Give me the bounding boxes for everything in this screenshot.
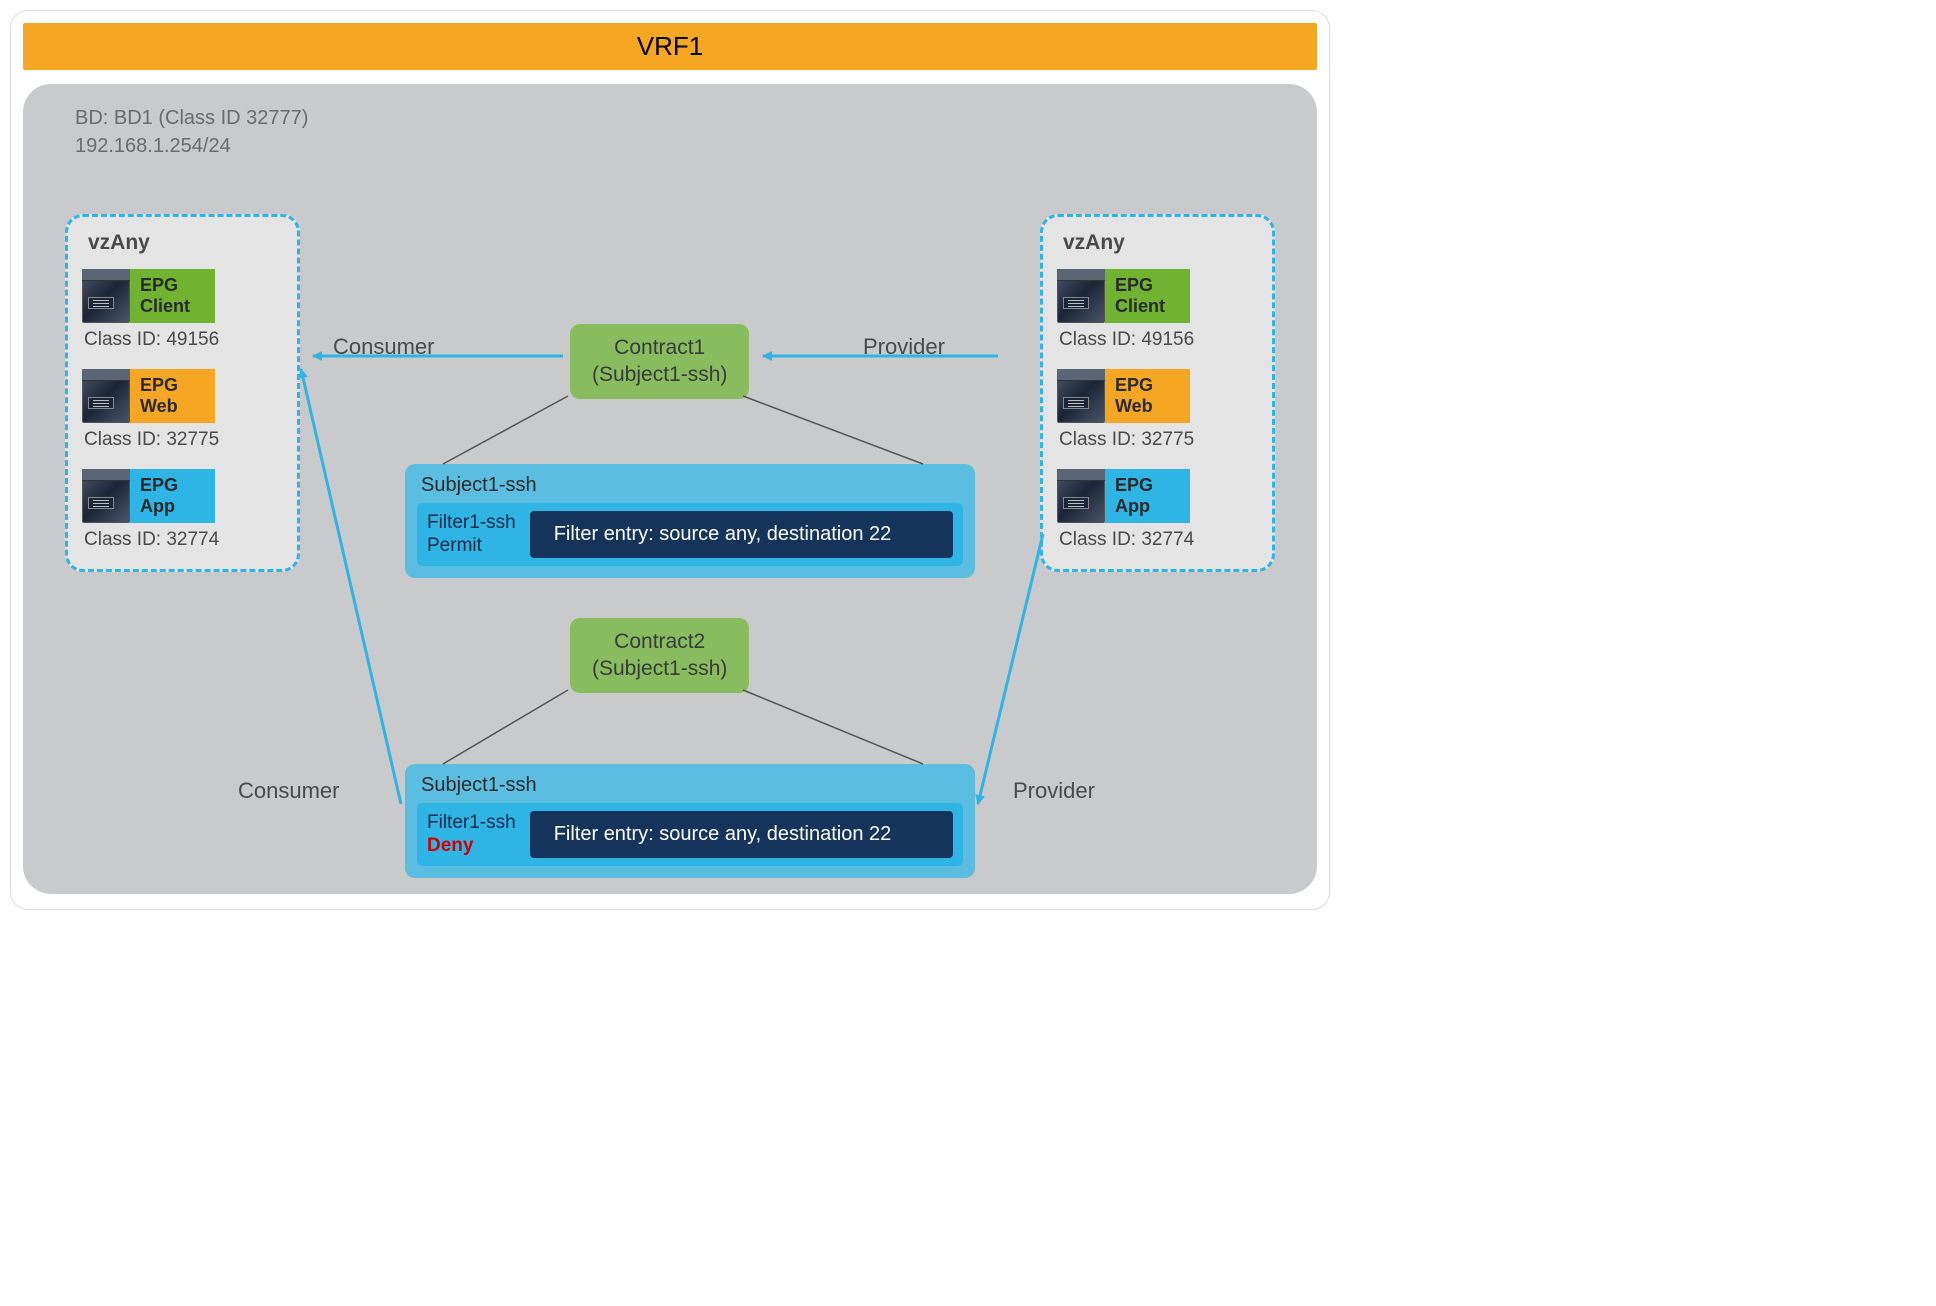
epg-line1: EPG — [1115, 275, 1180, 296]
filter2-name: Filter1-ssh — [427, 812, 516, 835]
epg-line1: EPG — [1115, 375, 1180, 396]
epg-line2: Web — [1115, 396, 1180, 417]
class-id: Class ID: 32774 — [84, 529, 283, 551]
epg-line2: App — [1115, 496, 1180, 517]
tree-line-c1-right — [743, 396, 923, 464]
server-icon — [1057, 469, 1105, 523]
subject1-container: Subject1-ssh Filter1-ssh Permit Filter e… — [405, 464, 975, 578]
epg-line1: EPG — [140, 475, 205, 496]
epg-list-left: EPG Client Class ID: 49156 EPG Web Class… — [82, 269, 283, 551]
server-icon — [1057, 369, 1105, 423]
contract2-name: Contract2 — [592, 628, 727, 655]
epg-line2: Web — [140, 396, 205, 417]
bd-container: BD: BD1 (Class ID 32777) 192.168.1.254/2… — [23, 84, 1317, 894]
epg-row: EPG Web — [1057, 369, 1258, 423]
arrow-provider-contract2 — [978, 534, 1043, 804]
epg-label: EPG App — [130, 469, 215, 522]
epg-row: EPG App — [82, 469, 283, 523]
class-id: Class ID: 49156 — [1059, 329, 1258, 351]
epg-line2: App — [140, 496, 205, 517]
server-icon — [82, 369, 130, 423]
subject1-title: Subject1-ssh — [421, 474, 963, 497]
consumer-label-2: Consumer — [238, 778, 339, 804]
contract1-subject: (Subject1-ssh) — [592, 361, 727, 388]
class-id: Class ID: 49156 — [84, 329, 283, 351]
tree-line-c1-left — [443, 396, 568, 464]
contract2-box: Contract2 (Subject1-ssh) — [570, 618, 749, 693]
contract1-name: Contract1 — [592, 334, 727, 361]
filter2-row: Filter1-ssh Deny Filter entry: source an… — [417, 803, 963, 866]
class-id: Class ID: 32774 — [1059, 529, 1258, 551]
epg-row: EPG Client — [82, 269, 283, 323]
arrow-contract2-consumer — [301, 369, 401, 804]
vzany-title-right: vzAny — [1063, 231, 1258, 255]
epg-line1: EPG — [140, 275, 205, 296]
contract1-box: Contract1 (Subject1-ssh) — [570, 324, 749, 399]
bd-header-line1: BD: BD1 (Class ID 32777) — [75, 104, 1289, 132]
class-id: Class ID: 32775 — [84, 429, 283, 451]
epg-label: EPG Web — [130, 369, 215, 422]
server-icon — [1057, 269, 1105, 323]
subject2-container: Subject1-ssh Filter1-ssh Deny Filter ent… — [405, 764, 975, 878]
epg-line2: Client — [140, 296, 205, 317]
filter1-name: Filter1-ssh — [427, 512, 516, 535]
bd-header: BD: BD1 (Class ID 32777) 192.168.1.254/2… — [75, 104, 1289, 160]
tree-line-c2-left — [443, 690, 568, 764]
consumer-label-1: Consumer — [333, 334, 434, 360]
diagram-root: VRF1 BD: BD1 (Class ID 32777) 192.168.1.… — [10, 10, 1330, 910]
bd-header-line2: 192.168.1.254/24 — [75, 132, 1289, 160]
filter1-entry: Filter entry: source any, destination 22 — [530, 511, 953, 558]
filter1-action: Permit — [427, 535, 516, 558]
tree-line-c2-right — [743, 690, 923, 764]
subject2-title: Subject1-ssh — [421, 774, 963, 797]
server-icon — [82, 469, 130, 523]
epg-label: EPG App — [1105, 469, 1190, 522]
epg-line2: Client — [1115, 296, 1180, 317]
epg-line1: EPG — [1115, 475, 1180, 496]
vzany-right: vzAny EPG Client Class ID: 49156 EPG Web… — [1040, 214, 1275, 572]
epg-list-right: EPG Client Class ID: 49156 EPG Web Class… — [1057, 269, 1258, 551]
epg-label: EPG Client — [1105, 269, 1190, 322]
epg-line1: EPG — [140, 375, 205, 396]
epg-row: EPG App — [1057, 469, 1258, 523]
epg-label: EPG Client — [130, 269, 215, 322]
filter1-label: Filter1-ssh Permit — [427, 512, 516, 558]
vzany-left: vzAny EPG Client Class ID: 49156 EPG Web… — [65, 214, 300, 572]
vrf-title: VRF1 — [23, 23, 1317, 70]
vzany-title-left: vzAny — [88, 231, 283, 255]
filter1-row: Filter1-ssh Permit Filter entry: source … — [417, 503, 963, 566]
class-id: Class ID: 32775 — [1059, 429, 1258, 451]
filter2-entry: Filter entry: source any, destination 22 — [530, 811, 953, 858]
filter2-action: Deny — [427, 835, 516, 858]
provider-label-1: Provider — [863, 334, 945, 360]
provider-label-2: Provider — [1013, 778, 1095, 804]
server-icon — [82, 269, 130, 323]
epg-label: EPG Web — [1105, 369, 1190, 422]
contract2-subject: (Subject1-ssh) — [592, 655, 727, 682]
filter2-label: Filter1-ssh Deny — [427, 812, 516, 858]
epg-row: EPG Web — [82, 369, 283, 423]
epg-row: EPG Client — [1057, 269, 1258, 323]
